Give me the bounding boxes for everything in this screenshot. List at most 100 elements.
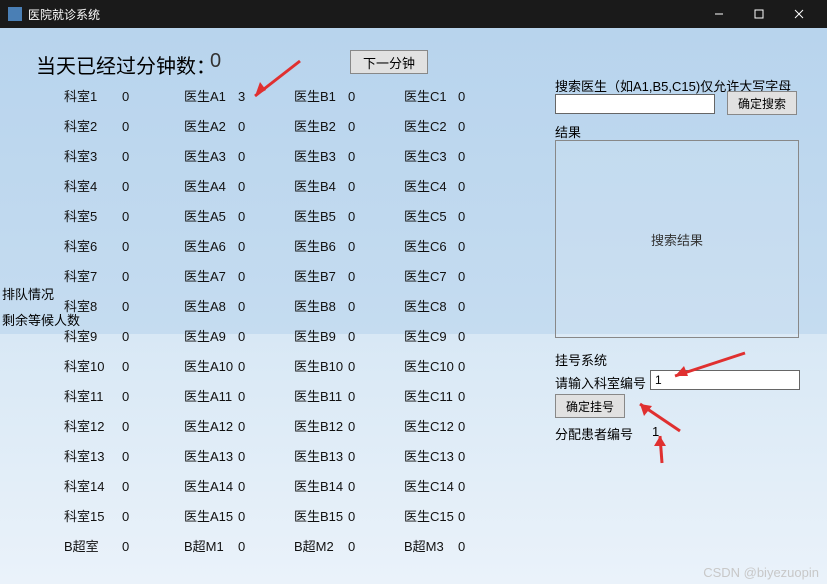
- doctor-c-val: 0: [458, 269, 494, 284]
- doctor-b-name: 医生B12: [294, 416, 348, 435]
- grid-row: 科室40医生A40医生B40医生C40: [64, 176, 494, 206]
- doctor-c-val: 0: [458, 419, 494, 434]
- doctor-b-name: 医生B15: [294, 506, 348, 525]
- room-name: 科室8: [64, 296, 122, 315]
- room-val: 0: [122, 149, 184, 164]
- minutes-value: 0: [210, 50, 221, 73]
- doctor-b-name: 医生B11: [294, 386, 348, 405]
- minimize-button[interactable]: [699, 0, 739, 28]
- doctor-c-name: 医生C4: [404, 176, 458, 195]
- grid-row: 科室50医生A50医生B50医生C50: [64, 206, 494, 236]
- next-minute-button[interactable]: 下一分钟: [350, 50, 428, 74]
- doctor-a-name: 医生A5: [184, 206, 238, 225]
- doctor-b-name: 医生B13: [294, 446, 348, 465]
- doctor-a-name: 医生A12: [184, 416, 238, 435]
- doctor-c-val: 0: [458, 389, 494, 404]
- room-val: 0: [122, 509, 184, 524]
- search-button[interactable]: 确定搜索: [727, 91, 797, 115]
- doctor-b-name: 医生B10: [294, 356, 348, 375]
- room-val: 0: [122, 269, 184, 284]
- grid-row: 科室10医生A13医生B10医生C10: [64, 86, 494, 116]
- doctor-a-val: 0: [238, 329, 294, 344]
- close-button[interactable]: [779, 0, 819, 28]
- doctor-a-name: 医生A4: [184, 176, 238, 195]
- room-name: 科室15: [64, 506, 122, 525]
- doctor-a-val: 0: [238, 509, 294, 524]
- doctor-b-name: 医生B14: [294, 476, 348, 495]
- grid-row: 科室20医生A20医生B20医生C20: [64, 116, 494, 146]
- doctor-a-name: 医生A10: [184, 356, 238, 375]
- doctor-a-val: 0: [238, 299, 294, 314]
- assign-label: 分配患者编号: [555, 424, 633, 443]
- grid-row: 科室100医生A100医生B100医生C100: [64, 356, 494, 386]
- doctor-a-name: 医生A8: [184, 296, 238, 315]
- doctor-a-val: 0: [238, 389, 294, 404]
- room-val: 0: [122, 209, 184, 224]
- register-input[interactable]: [650, 370, 800, 390]
- annotation-arrow-3: [630, 396, 690, 436]
- app-icon: [8, 7, 22, 21]
- register-button[interactable]: 确定挂号: [555, 394, 625, 418]
- room-val: 0: [122, 89, 184, 104]
- doctor-c-name: 医生C3: [404, 146, 458, 165]
- doctor-a-val: 0: [238, 449, 294, 464]
- doctor-c-name: 医生C7: [404, 266, 458, 285]
- data-grid: 科室10医生A13医生B10医生C10科室20医生A20医生B20医生C20科室…: [64, 86, 494, 566]
- doctor-b-name: 医生B2: [294, 116, 348, 135]
- doctor-a-val: 3: [238, 89, 294, 104]
- doctor-c-name: 医生C10: [404, 356, 458, 375]
- room-name: 科室2: [64, 116, 122, 135]
- doctor-a-name: B超M1: [184, 536, 238, 555]
- doctor-b-name: 医生B9: [294, 326, 348, 345]
- grid-row: 科室60医生A60医生B60医生C60: [64, 236, 494, 266]
- room-val: 0: [122, 359, 184, 374]
- doctor-a-val: 0: [238, 269, 294, 284]
- doctor-b-val: 0: [348, 329, 404, 344]
- doctor-b-name: B超M2: [294, 536, 348, 555]
- doctor-b-val: 0: [348, 389, 404, 404]
- doctor-c-name: 医生C13: [404, 446, 458, 465]
- doctor-c-val: 0: [458, 479, 494, 494]
- doctor-c-val: 0: [458, 449, 494, 464]
- assign-value: 1: [652, 424, 659, 439]
- doctor-b-val: 0: [348, 239, 404, 254]
- room-val: 0: [122, 299, 184, 314]
- room-name: 科室5: [64, 206, 122, 225]
- doctor-a-val: 0: [238, 419, 294, 434]
- search-input[interactable]: [555, 94, 715, 114]
- doctor-c-name: B超M3: [404, 536, 458, 555]
- doctor-b-val: 0: [348, 509, 404, 524]
- room-name: 科室9: [64, 326, 122, 345]
- room-val: 0: [122, 329, 184, 344]
- register-input-label: 请输入科室编号: [555, 373, 646, 392]
- doctor-b-val: 0: [348, 479, 404, 494]
- doctor-c-val: 0: [458, 149, 494, 164]
- doctor-a-name: 医生A3: [184, 146, 238, 165]
- doctor-b-name: 医生B6: [294, 236, 348, 255]
- doctor-c-name: 医生C5: [404, 206, 458, 225]
- doctor-c-name: 医生C9: [404, 326, 458, 345]
- doctor-b-name: 医生B1: [294, 86, 348, 105]
- doctor-b-val: 0: [348, 179, 404, 194]
- window-title: 医院就诊系统: [28, 6, 100, 23]
- grid-row: 科室70医生A70医生B70医生C70: [64, 266, 494, 296]
- doctor-b-name: 医生B4: [294, 176, 348, 195]
- grid-row: 科室30医生A30医生B30医生C30: [64, 146, 494, 176]
- doctor-b-name: 医生B3: [294, 146, 348, 165]
- room-val: 0: [122, 119, 184, 134]
- doctor-c-val: 0: [458, 239, 494, 254]
- doctor-b-name: 医生B7: [294, 266, 348, 285]
- titlebar: 医院就诊系统: [0, 0, 827, 28]
- room-name: B超室: [64, 536, 122, 555]
- maximize-button[interactable]: [739, 0, 779, 28]
- doctor-a-name: 医生A15: [184, 506, 238, 525]
- doctor-a-name: 医生A7: [184, 266, 238, 285]
- doctor-b-val: 0: [348, 89, 404, 104]
- room-name: 科室3: [64, 146, 122, 165]
- room-val: 0: [122, 479, 184, 494]
- doctor-b-name: 医生B8: [294, 296, 348, 315]
- room-val: 0: [122, 179, 184, 194]
- room-name: 科室4: [64, 176, 122, 195]
- doctor-c-val: 0: [458, 89, 494, 104]
- doctor-a-name: 医生A13: [184, 446, 238, 465]
